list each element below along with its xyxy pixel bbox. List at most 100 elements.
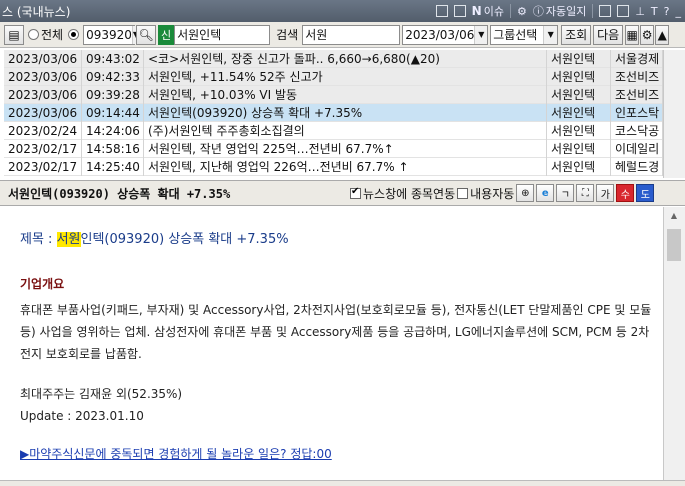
window-titlebar: 스 (국내뉴스) N 이슈 ⚙ ⓘ 자동일지 ⊥ T ? _: [0, 0, 685, 22]
frame-icon[interactable]: ⛶: [576, 184, 595, 202]
checkbox-box[interactable]: [350, 186, 361, 199]
checkbox-box[interactable]: [457, 187, 469, 199]
detail-header: 서원인텍(093920) 상승폭 확대 +7.35% 뉴스창에 종목연동 내용자…: [0, 180, 685, 206]
query-button[interactable]: 조회: [561, 24, 592, 45]
font-button[interactable]: T: [651, 5, 658, 18]
news-stock-cell: 서원인텍: [547, 67, 611, 86]
autolog-button[interactable]: ⓘ 자동일지: [533, 3, 586, 19]
list-scrollbar[interactable]: [663, 50, 685, 178]
news-stock-cell: 서원인텍: [547, 139, 611, 158]
grid-icon[interactable]: [453, 5, 466, 17]
detail-title: 서원인텍(093920) 상승폭 확대 +7.35%: [8, 186, 231, 201]
news-stock-cell: 서원인텍: [547, 50, 611, 68]
issue-button[interactable]: N 이슈: [472, 3, 504, 19]
news-title-cell: 서원인텍, 작년 영업익 225억…전년비 67.7%↑: [144, 139, 547, 158]
next-button[interactable]: 다음: [593, 24, 624, 45]
pin-icon[interactable]: ⊥: [635, 5, 645, 18]
news-date-cell: 2023/02/17: [4, 139, 82, 158]
news-row[interactable]: 2023/02/17 14:25:40 서원인텍, 지난해 영업익 226억…전년비…: [4, 157, 663, 176]
new-badge: 신: [158, 24, 175, 45]
stock-code-input[interactable]: 093920 ▼: [83, 24, 140, 45]
news-source-cell: 서울경제: [611, 50, 663, 68]
auto-content-checkbox[interactable]: 내용자동: [457, 185, 514, 202]
news-date-cell: 2023/02/17: [4, 157, 82, 176]
news-source-cell: 조선비즈: [611, 67, 663, 86]
chevron-down-icon[interactable]: ▼: [474, 25, 488, 44]
settings-icon[interactable]: ⚙: [640, 24, 655, 45]
scroll-thumb[interactable]: [667, 229, 681, 261]
news-time-cell: 09:14:44: [82, 103, 144, 122]
news-date-cell: 2023/02/24: [4, 121, 82, 140]
news-row[interactable]: 2023/03/06 09:39:28 서원인텍, +10.03% VI 발동 서원인…: [4, 85, 663, 104]
window-title: 스 (국내뉴스): [2, 4, 71, 19]
news-row[interactable]: 2023/03/06 09:43:02 <코>서원인텍, 장중 신고가 돌파.. 6…: [4, 50, 663, 68]
title-prefix: 제목 :: [20, 232, 57, 247]
news-date-cell: 2023/03/06: [4, 50, 82, 68]
search-value: 서원: [305, 28, 328, 42]
minus-icon[interactable]: [435, 5, 448, 17]
radio-all-circle[interactable]: [28, 29, 39, 40]
news-time-cell: 14:25:40: [82, 157, 144, 176]
search-icon[interactable]: 🔍︎: [136, 24, 157, 45]
grid-view-icon[interactable]: ▦: [625, 24, 640, 45]
sell-button[interactable]: 도: [636, 184, 655, 202]
search-toolbar: ▤ 전체 093920 ▼ 🔍︎ 신 서원인텍 검색 서원 2023/03/06…: [0, 22, 685, 48]
content-scrollbar[interactable]: ▲: [663, 207, 685, 486]
link-icon[interactable]: [617, 5, 630, 17]
news-row[interactable]: 2023/02/24 14:24:06 (주)서원인텍 주주총회소집결의 서원인텍 코스…: [4, 121, 663, 140]
news-date-cell: 2023/03/06: [4, 85, 82, 104]
update-text: Update : 2023.01.10: [20, 409, 144, 423]
font-small-icon[interactable]: ㄱ: [556, 184, 575, 202]
info-icon: ⓘ: [532, 5, 544, 18]
news-time-cell: 14:58:16: [82, 139, 144, 158]
news-row[interactable]: 2023/03/06 09:14:44 서원인텍(093920) 상승폭 확대 +7…: [4, 103, 663, 122]
scroll-up-icon[interactable]: ▲: [667, 211, 681, 225]
news-time-cell: 09:42:33: [82, 67, 144, 86]
article-title: 제목 : 서원인텍(093920) 상승폭 확대 +7.35%: [20, 229, 663, 251]
news-row[interactable]: 2023/02/17 14:58:16 서원인텍, 작년 영업익 225억…전년비 …: [4, 139, 663, 158]
promo-link[interactable]: ▶마약주식신문에 중독되면 경험하게 될 놀라운 일은? 정답:00: [20, 447, 332, 461]
link-news-checkbox[interactable]: 뉴스창에 종목연동: [350, 185, 455, 202]
chevron-up-icon[interactable]: ▲: [655, 24, 670, 45]
news-title-cell: 서원인텍, +10.03% VI 발동: [144, 85, 547, 104]
search-input[interactable]: 서원: [302, 24, 401, 45]
window-icon[interactable]: [599, 5, 612, 17]
date-picker[interactable]: 2023/03/06 ▼: [402, 24, 489, 45]
news-source-cell: 조선비즈: [611, 85, 663, 104]
news-row[interactable]: 2023/03/06 09:42:33 서원인텍, +11.54% 52주 신고가 서…: [4, 67, 663, 86]
news-stock-cell: 서원인텍: [547, 85, 611, 104]
doc-icon[interactable]: ▤: [4, 24, 24, 45]
autolog-label: 자동일지: [545, 5, 587, 18]
browser-icon[interactable]: e: [536, 184, 555, 202]
shareholder-text: 최대주주는 김재윤 외(52.35%): [20, 387, 183, 401]
title-highlight: 서원: [56, 232, 81, 247]
zoom-icon[interactable]: ⊕: [516, 184, 535, 202]
company-overview: 휴대폰 부품사업(키패드, 부자재) 및 Accessory사업, 2차전지사업…: [20, 303, 652, 361]
news-title-cell: (주)서원인텍 주주총회소집결의: [144, 121, 547, 140]
font-large-button[interactable]: 가: [596, 184, 615, 202]
news-title-cell: <코>서원인텍, 장중 신고가 돌파.. 6,660→6,680(▲20): [144, 50, 547, 68]
divider: [509, 4, 511, 18]
section-heading: 기업개요: [20, 277, 65, 291]
group-select[interactable]: 그룹선택 ▼: [490, 24, 559, 45]
radio-all[interactable]: 전체: [28, 26, 63, 43]
divider: [592, 4, 594, 18]
news-date-cell: 2023/03/06: [4, 67, 82, 86]
news-source-cell: 인포스탁: [611, 103, 663, 122]
news-source-cell: 이데일리: [611, 139, 663, 158]
stock-name-field[interactable]: 서원인텍: [174, 24, 271, 45]
help-button[interactable]: ?: [664, 5, 670, 18]
news-stock-cell: 서원인텍: [547, 103, 611, 122]
news-stock-cell: 서원인텍: [547, 157, 611, 176]
edit-button[interactable]: 수: [616, 184, 635, 202]
date-value: 2023/03/06: [405, 27, 475, 42]
gear-icon[interactable]: ⚙: [517, 5, 527, 18]
group-select-value: 그룹선택: [493, 28, 538, 42]
news-time-cell: 09:39:28: [82, 85, 144, 104]
news-time-cell: 14:24:06: [82, 121, 144, 140]
chevron-down-icon[interactable]: ▼: [543, 25, 558, 44]
radio-stock[interactable]: [68, 29, 80, 40]
search-label: 검색: [276, 28, 299, 42]
article-content: 제목 : 서원인텍(093920) 상승폭 확대 +7.35% 기업개요 휴대폰…: [2, 207, 663, 486]
minimize-icon[interactable]: _: [676, 5, 682, 18]
